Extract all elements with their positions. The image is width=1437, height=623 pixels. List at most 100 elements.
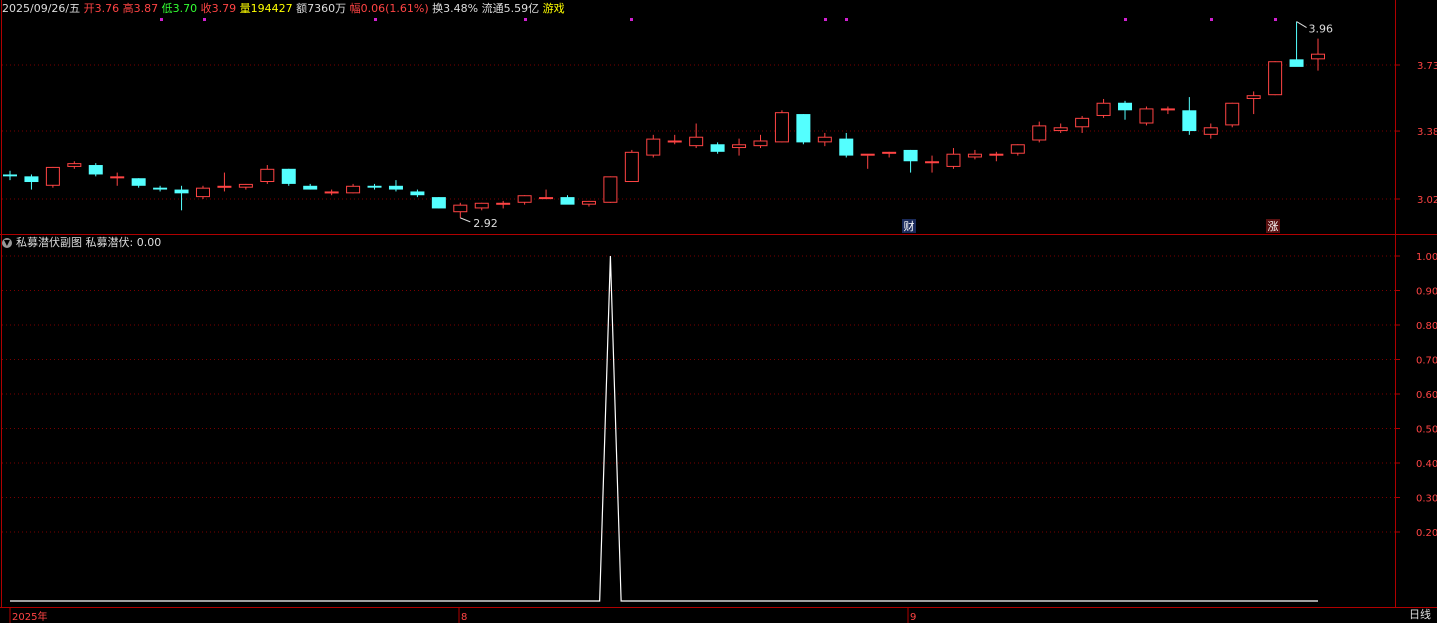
- candle: [903, 149, 918, 173]
- float-value: 5.59亿: [503, 2, 540, 15]
- candle-body: [667, 140, 682, 143]
- candle: [517, 195, 532, 205]
- candle-body: [174, 189, 189, 194]
- indicator-tick-label: 0.30: [1416, 494, 1437, 505]
- candle: [667, 134, 682, 145]
- candle: [496, 200, 511, 209]
- candle-body: [496, 202, 511, 205]
- candle: [3, 170, 17, 181]
- candle-body: [710, 144, 725, 152]
- candle-body: [753, 140, 768, 147]
- candle: [732, 138, 747, 156]
- candle: [238, 183, 253, 190]
- candle-body: [989, 153, 1004, 156]
- sector-tag[interactable]: 游戏: [543, 2, 565, 15]
- event-dot: [824, 18, 827, 21]
- chart-canvas[interactable]: 3.73 3.38 3.02 1.00 0.90 0.80 0.70 0.60 0.50 0.40…: [0, 0, 1437, 623]
- candle-body: [946, 153, 961, 167]
- change-label: 幅: [349, 2, 361, 15]
- candle: [1139, 106, 1154, 126]
- candle: [1311, 38, 1325, 71]
- low-value: 3.70: [172, 2, 198, 15]
- candle: [45, 166, 60, 188]
- period-label[interactable]: 日线: [1409, 606, 1431, 622]
- candle: [646, 134, 661, 158]
- candle: [88, 163, 103, 177]
- candle: [710, 142, 725, 154]
- candle-body: [925, 161, 940, 164]
- candle-body: [903, 149, 918, 162]
- indicator-tick-label: 0.70: [1416, 356, 1437, 367]
- candle-body: [410, 191, 425, 196]
- candle-body: [474, 202, 489, 209]
- candle: [260, 165, 275, 184]
- candle: [1182, 97, 1197, 135]
- chevron-down-icon[interactable]: ▼: [2, 238, 12, 248]
- event-badge-label: 财: [904, 219, 915, 233]
- indicator-tick-label: 0.60: [1416, 390, 1437, 401]
- candle: [1118, 100, 1133, 120]
- candle-body: [1225, 102, 1240, 126]
- candle: [174, 185, 189, 211]
- candle-body: [195, 187, 210, 198]
- candle-body: [517, 195, 532, 203]
- candle-body: [153, 187, 168, 190]
- candle-body: [1203, 127, 1218, 135]
- candle: [1160, 106, 1175, 115]
- amount-label: 额: [296, 2, 308, 15]
- indicator-panel-title[interactable]: 私募潜伏副图: [16, 236, 82, 249]
- indicator-title-bar: ▼ 私募潜伏副图 私募潜伏: 0.00: [2, 236, 161, 250]
- candle-body: [110, 176, 125, 179]
- event-dot: [1210, 18, 1213, 21]
- candle: [110, 172, 125, 186]
- candle: [1246, 91, 1261, 115]
- candle-body: [1118, 102, 1133, 111]
- candle-body: [1139, 108, 1154, 124]
- candle: [989, 151, 1004, 162]
- candle-body: [1053, 127, 1068, 132]
- close-label: 收: [200, 2, 212, 15]
- indicator-tick-label: 0.40: [1416, 459, 1437, 470]
- candle: [560, 195, 575, 205]
- candle-body: [603, 176, 618, 203]
- candle: [474, 202, 489, 211]
- quote-header: 2025/09/26/五 开3.76 高3.87 低3.70 收3.79 量19…: [2, 1, 565, 17]
- event-dot: [1274, 18, 1277, 21]
- candle-body: [1160, 108, 1175, 111]
- candle-body: [24, 176, 39, 183]
- high-marker-label: 3.96: [1309, 23, 1334, 36]
- candle: [581, 200, 596, 207]
- candle-body: [88, 165, 103, 175]
- candle-body: [3, 174, 17, 177]
- candle: [1225, 102, 1240, 128]
- candle-body: [67, 163, 82, 167]
- candle-body: [817, 136, 832, 143]
- candle-body: [367, 185, 382, 188]
- candle: [67, 161, 82, 169]
- candle-body: [1182, 110, 1197, 132]
- indicator-tick-label: 1.00: [1416, 252, 1437, 263]
- candle-body: [131, 178, 146, 186]
- candle: [1053, 123, 1068, 133]
- candle-body: [238, 183, 253, 188]
- candle: [1010, 144, 1025, 156]
- candle: [431, 197, 446, 209]
- event-dot: [203, 18, 206, 21]
- candle: [303, 183, 318, 190]
- candle-body: [860, 153, 875, 156]
- event-dot: [845, 18, 848, 21]
- indicator-tick-label: 0.50: [1416, 425, 1437, 436]
- candle: [453, 202, 468, 218]
- turnover-value: 3.48%: [443, 2, 479, 15]
- change-value: 0.06(1.61%): [360, 2, 429, 15]
- candle-body: [774, 112, 789, 143]
- open-value: 3.76: [94, 2, 120, 15]
- candle-body: [431, 197, 446, 209]
- candle: [217, 172, 232, 192]
- candle: [860, 153, 875, 169]
- candle-body: [796, 114, 811, 143]
- candle: [1203, 123, 1218, 139]
- high-label: 高: [122, 2, 134, 15]
- candle: [24, 174, 39, 190]
- event-dot: [374, 18, 377, 21]
